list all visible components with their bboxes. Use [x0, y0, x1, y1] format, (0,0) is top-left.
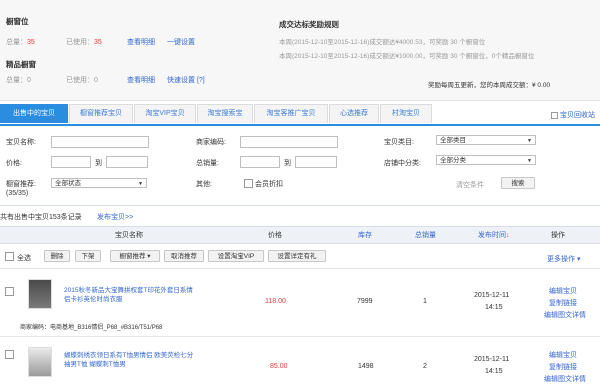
stock-setup-link[interactable]: 一键设置	[167, 37, 195, 47]
col-header-ops: 操作	[551, 232, 565, 239]
featured-used-label: 已使用：0	[66, 77, 98, 84]
chevron-down-icon: ▼	[527, 138, 532, 144]
stock-total-value: 35	[27, 39, 35, 46]
delete-button[interactable]: 删除	[44, 250, 70, 262]
item-name-input[interactable]	[51, 136, 149, 148]
item-title-link[interactable]: 2015秋冬新品大宝舞拼权套T印花外套日系情侣卡衫英伦时尚衣服	[64, 286, 194, 304]
item-time: 14:15	[485, 368, 503, 375]
more-ops-dropdown[interactable]: 更多操作 ▾	[547, 254, 580, 264]
total-sales-label: 总销量:	[196, 160, 219, 167]
recycle-icon	[551, 111, 558, 119]
edit-detail-link[interactable]: 编辑图文详情	[544, 374, 586, 384]
col-header-name: 宝贝名称	[115, 232, 143, 239]
category-select[interactable]: 全部类目 ▼	[436, 135, 536, 145]
chevron-down-icon: ▼	[527, 158, 532, 164]
divider	[0, 336, 600, 337]
set-vip-button[interactable]: 设置淘宝VIP	[208, 250, 264, 262]
merchant-code-label: 商家编码:	[196, 139, 226, 146]
tab-cuntao[interactable]: 村淘宝贝	[380, 104, 432, 123]
window-count: (35/35)	[6, 190, 29, 197]
featured-used-value: 0	[94, 77, 98, 84]
chevron-down-icon: ▼	[138, 181, 143, 187]
category-label: 宝贝类目:	[384, 139, 414, 146]
edit-item-link[interactable]: 编辑宝贝	[549, 350, 577, 360]
item-sales: 2	[423, 363, 427, 370]
stock-used-value: 35	[94, 39, 102, 46]
window-filter-label: 橱窗推荐:	[6, 181, 36, 188]
shop-category-label: 店铺中分类:	[384, 160, 421, 167]
item-thumbnail[interactable]	[28, 347, 52, 377]
item-date: 2015-12-11	[474, 356, 510, 363]
edit-detail-link[interactable]: 编辑图文详情	[544, 310, 586, 320]
copy-link[interactable]: 复制链接	[549, 362, 577, 372]
price-label: 价格:	[6, 160, 22, 167]
item-title-link[interactable]: 蝴蝶刺绣衣领日系有T恤男情侣 欧美荧检七分袖男T恤 蝴蝶刺T恤男	[64, 351, 194, 369]
merchant-code-input[interactable]	[240, 136, 338, 148]
tab-on-sale[interactable]: 出售中的宝贝	[0, 104, 68, 123]
tab-taoke[interactable]: 淘宝客推广宝贝	[254, 104, 328, 123]
copy-link[interactable]: 复制链接	[549, 298, 577, 308]
row-checkbox[interactable]	[5, 350, 14, 359]
window-recommend-button[interactable]: 橱窗推荐 ▾	[110, 250, 160, 262]
table-header	[0, 226, 600, 244]
featured-total-label: 总量：0	[6, 77, 31, 84]
col-header-price: 价格	[268, 232, 282, 239]
item-sales: 1	[423, 298, 427, 305]
reward-footer: 奖励每周五更新，您的本周成交额：¥ 0.00	[428, 82, 551, 89]
sales-max-input[interactable]	[295, 156, 337, 168]
select-all-label: 全选	[17, 255, 31, 262]
item-time: 14:15	[485, 304, 503, 311]
item-name-label: 宝贝名称:	[6, 139, 36, 146]
member-discount-label: 会员折扣	[255, 181, 283, 188]
record-count: 共有出售中宝贝153条记录	[0, 214, 82, 221]
row-checkbox[interactable]	[5, 287, 14, 296]
divider	[0, 205, 600, 206]
reward-line-1: 本周(2015-12-10至2015-12-16)成交额达¥4000.53，可奖…	[279, 39, 486, 46]
reward-rules-title: 成交达标奖励规则	[279, 20, 339, 29]
price-to-label: 到	[95, 160, 102, 167]
item-thumbnail[interactable]	[28, 279, 52, 309]
delist-button[interactable]: 下架	[75, 250, 101, 262]
publish-item-link[interactable]: 发布宝贝>>	[97, 212, 133, 222]
col-header-sales[interactable]: 总销量	[415, 230, 436, 240]
select-all-checkbox[interactable]	[5, 252, 14, 261]
cancel-recommend-button[interactable]: 取消推荐	[164, 250, 204, 262]
divider	[0, 268, 600, 269]
col-header-date[interactable]: 发布时间↓	[478, 230, 510, 240]
col-header-stock[interactable]: 库存	[358, 230, 372, 240]
item-price: 85.00	[270, 363, 288, 370]
tab-taobao-vip[interactable]: 淘宝VIP宝贝	[134, 104, 196, 123]
stock-total-label: 总量：35	[6, 39, 35, 46]
tab-xinxuan[interactable]: 心选推荐	[329, 104, 379, 123]
stock-view-link[interactable]: 查看明细	[127, 37, 155, 47]
set-gift-button[interactable]: 设置详定有礼	[268, 250, 326, 262]
featured-view-link[interactable]: 查看明细	[127, 75, 155, 85]
stock-title: 橱窗位	[6, 17, 29, 26]
window-status-select[interactable]: 全部状态 ▼	[51, 178, 147, 188]
tab-taobao-search[interactable]: 淘宝搜索宝	[197, 104, 253, 123]
member-discount-checkbox[interactable]	[244, 179, 253, 188]
other-label: 其他:	[196, 181, 212, 188]
stock-used-label: 已使用：35	[66, 39, 102, 46]
search-button[interactable]: 搜索	[501, 177, 535, 189]
price-min-input[interactable]	[51, 156, 91, 168]
featured-setup-link[interactable]: 快速设置 [?]	[167, 75, 205, 85]
item-price: 118.00	[265, 298, 286, 305]
reward-line-2: 本周(2015-12-10至2015-12-16)成交额达¥1000.00，可奖…	[279, 53, 535, 60]
sort-down-icon: ↓	[506, 232, 510, 239]
edit-item-link[interactable]: 编辑宝贝	[549, 286, 577, 296]
item-merchant-code: 商家编码：电商基地_B316情侣_P68_#B316/T51/P68	[20, 325, 163, 331]
recycle-bin-link[interactable]: 宝贝回收站	[551, 110, 595, 120]
price-max-input[interactable]	[106, 156, 148, 168]
sales-min-input[interactable]	[240, 156, 280, 168]
clear-filters-button[interactable]: 清空条件	[456, 180, 484, 190]
sales-to-label: 到	[284, 160, 291, 167]
item-stock: 7999	[357, 298, 373, 305]
item-date: 2015-12-11	[474, 292, 510, 299]
featured-title: 精品橱窗	[6, 60, 36, 69]
featured-total-value: 0	[27, 77, 31, 84]
shop-category-select[interactable]: 全部分类 ▼	[436, 155, 536, 165]
tab-window-recommend[interactable]: 橱窗推荐宝贝	[69, 104, 133, 123]
item-stock: 1498	[358, 363, 374, 370]
